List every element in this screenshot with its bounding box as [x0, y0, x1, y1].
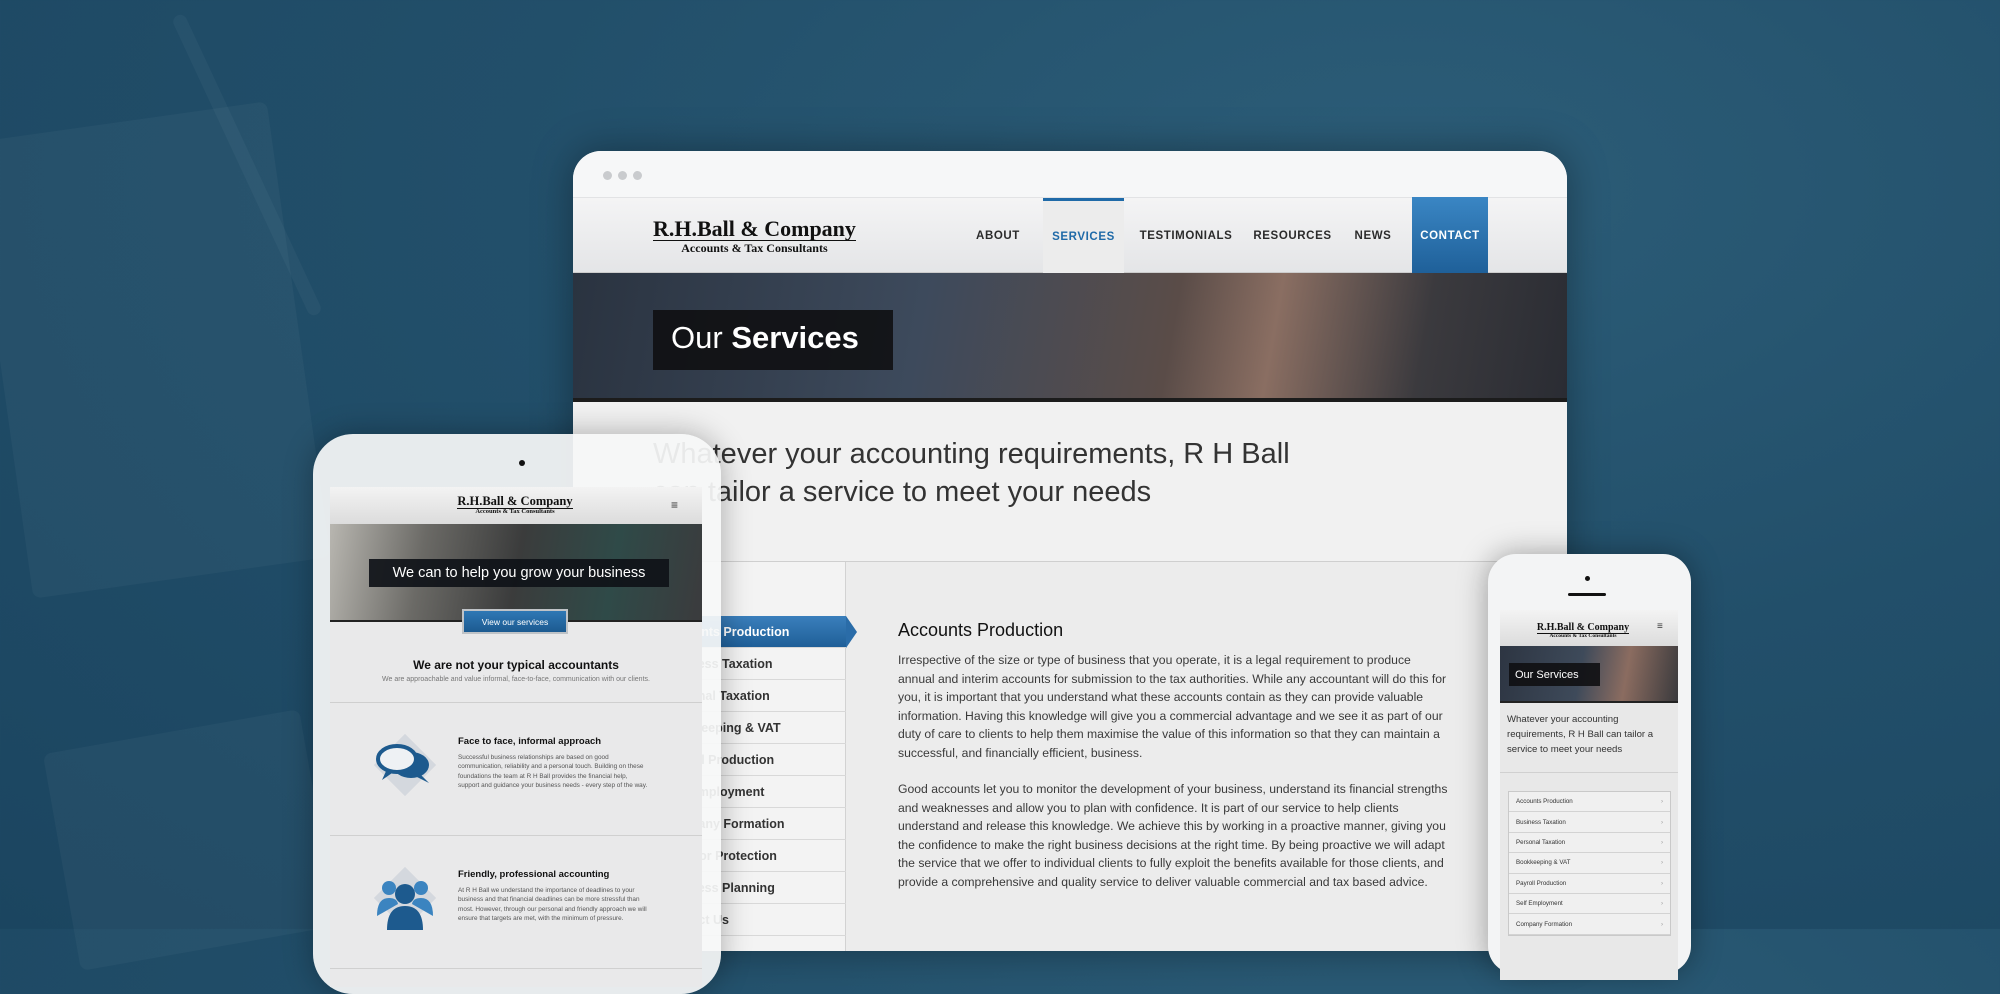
logo-tagline: Accounts & Tax Consultants: [1549, 633, 1617, 639]
phone-screen: R.H.Ball & Company Accounts & Tax Consul…: [1500, 610, 1678, 980]
nav-about[interactable]: ABOUT: [968, 198, 1028, 273]
phone-list-item[interactable]: Company Formation ›: [1509, 914, 1670, 935]
title-bold: Services: [731, 320, 859, 355]
phone-services-list: Accounts Production › Business Taxation › Pe…: [1508, 791, 1671, 936]
view-services-button[interactable]: View our services: [462, 609, 568, 634]
section-title: We are not your typical accountants: [413, 658, 619, 672]
window-dot-icon: [618, 171, 627, 180]
phone-mockup: R.H.Ball & Company Accounts & Tax Consul…: [1488, 554, 1691, 980]
logo-name: R.H.Ball & Company: [653, 216, 856, 241]
title-light: Our: [671, 320, 723, 355]
phone-list-item[interactable]: Self Employment ›: [1509, 894, 1670, 915]
tablet-screen: R.H.Ball & Company Accounts & Tax Consul…: [330, 487, 702, 987]
phone-intro: Whatever your accounting requirements, R…: [1500, 703, 1678, 773]
list-item-label: Business Taxation: [1516, 818, 1566, 826]
phone-list-item[interactable]: Accounts Production ›: [1509, 792, 1670, 813]
chevron-right-icon: ›: [1660, 900, 1663, 908]
nav-resources[interactable]: RESOURCES: [1250, 198, 1335, 273]
background-desk-item: [0, 101, 331, 598]
mobile-header: R.H.Ball & Company Accounts & Tax Consul…: [1500, 610, 1678, 646]
logo-tagline: Accounts & Tax Consultants: [681, 241, 828, 255]
logo-tagline: Accounts & Tax Consultants: [475, 508, 555, 515]
chevron-right-icon: ›: [1660, 859, 1663, 867]
phone-list-item[interactable]: Payroll Production ›: [1509, 874, 1670, 894]
menu-icon[interactable]: ≡: [1657, 621, 1663, 632]
browser-titlebar: [573, 151, 1567, 198]
chevron-right-icon: ›: [1660, 879, 1663, 887]
logo-name: R.H.Ball & Company: [457, 494, 573, 509]
site-logo[interactable]: R.H.Ball & Company Accounts & Tax Consul…: [653, 218, 856, 254]
nav-testimonials[interactable]: TESTIMONIALS: [1136, 198, 1236, 273]
menu-icon[interactable]: ≡: [671, 498, 678, 512]
chevron-right-icon: ›: [1660, 798, 1663, 806]
phone-speaker-icon: [1568, 593, 1606, 596]
intro-line: can tailor a service to meet your needs: [653, 476, 1152, 508]
list-item-label: Personal Taxation: [1516, 838, 1566, 846]
list-item-label: Bookkeeping & VAT: [1516, 859, 1571, 867]
intro-line: Whatever your accounting requirements, R…: [653, 438, 1290, 470]
article-paragraph: Irrespective of the size or type of busi…: [898, 653, 1447, 760]
hero-headline: We can to help you grow your business: [369, 559, 669, 587]
feature-title: Face to face, informal approach: [458, 736, 602, 747]
feature-title: Friendly, professional accounting: [458, 869, 610, 880]
feature-text: Successful business relationships are ba…: [458, 754, 648, 789]
nav-services[interactable]: SERVICES: [1043, 198, 1124, 273]
site-header: R.H.Ball & Company Accounts & Tax Consul…: [573, 197, 1567, 283]
page-title: Our Services: [1509, 663, 1600, 686]
hero-light: We can to help you: [392, 565, 517, 581]
intro-statement: Whatever your accounting requirements, R…: [573, 402, 1567, 562]
window-dot-icon: [633, 171, 642, 180]
list-item-label: Payroll Production: [1516, 879, 1567, 887]
article-title: Accounts Production: [898, 620, 1064, 640]
site-logo[interactable]: R.H.Ball & Company Accounts & Tax Consul…: [1528, 618, 1638, 640]
page-title: Our Services: [653, 310, 893, 370]
feature-item: Face to face, informal approach Successf…: [330, 703, 702, 836]
site-logo[interactable]: R.H.Ball & Company Accounts & Tax Consul…: [430, 493, 600, 516]
phone-camera-icon: [1585, 576, 1590, 581]
section-subtitle: We are approachable and value informal, …: [382, 676, 650, 683]
phone-list-item[interactable]: Business Taxation ›: [1509, 812, 1670, 833]
feature-item: Friendly, professional accounting At R H…: [330, 836, 702, 969]
chevron-right-icon: ›: [1660, 838, 1663, 846]
phone-hero: Our Services: [1500, 646, 1678, 703]
background-desk-item: [43, 709, 337, 971]
desktop-browser-mockup: R.H.Ball & Company Accounts & Tax Consul…: [573, 151, 1567, 951]
nav-news[interactable]: NEWS: [1348, 198, 1398, 273]
hero-bold: grow your business: [520, 565, 646, 581]
window-dot-icon: [603, 171, 612, 180]
tablet-camera-icon: [519, 460, 525, 466]
list-item-label: Self Employment: [1516, 900, 1563, 908]
intro-section: We are not your typical accountants We a…: [330, 622, 702, 703]
tablet-mockup: R.H.Ball & Company Accounts & Tax Consul…: [313, 434, 721, 994]
people-icon: [373, 866, 437, 930]
phone-list-item[interactable]: Bookkeeping & VAT ›: [1509, 853, 1670, 874]
chevron-right-icon: ›: [1660, 920, 1663, 928]
phone-list-item[interactable]: Personal Taxation ›: [1509, 833, 1670, 854]
mobile-header: R.H.Ball & Company Accounts & Tax Consul…: [330, 487, 702, 524]
chevron-right-icon: ›: [1660, 818, 1663, 826]
list-item-label: Company Formation: [1516, 920, 1573, 928]
nav-contact[interactable]: CONTACT: [1412, 197, 1488, 283]
services-content: Accounts Production Business Taxation Pers…: [573, 562, 1567, 951]
service-article: Accounts Production Irrespective of the …: [898, 620, 1448, 909]
tablet-hero: We can to help you grow your business Vi…: [330, 524, 702, 634]
speech-bubbles-icon: [373, 733, 437, 797]
page-hero: Our Services: [573, 273, 1567, 402]
feature-text: At R H Ball we understand the importance…: [458, 887, 647, 922]
article-paragraph: Good accounts let you to monitor the dev…: [898, 782, 1448, 889]
list-item-label: Accounts Production: [1516, 798, 1573, 806]
